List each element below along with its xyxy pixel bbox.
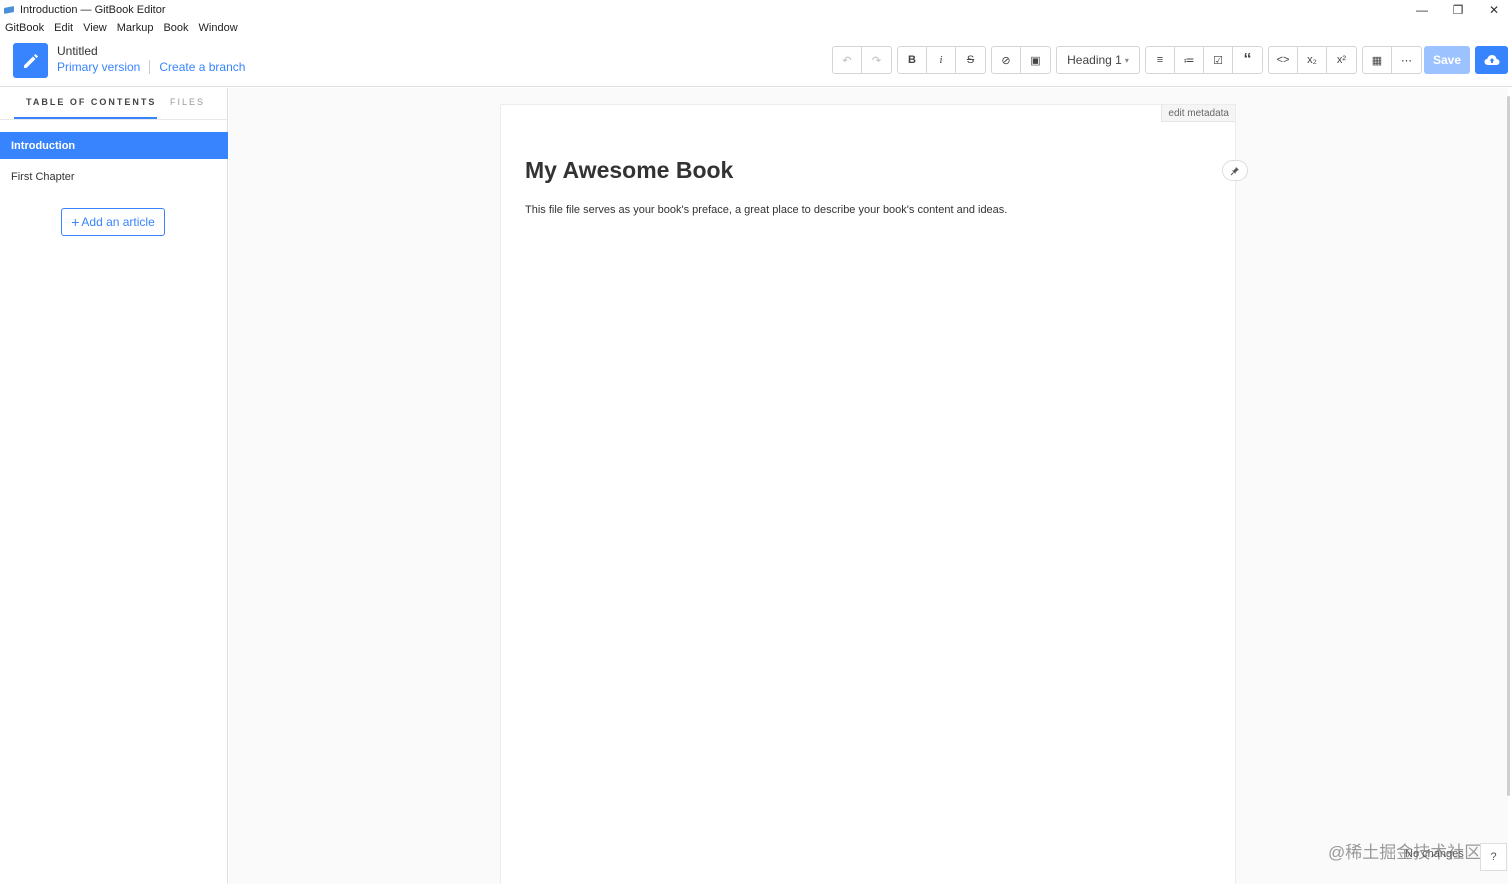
save-button[interactable]: Save (1424, 46, 1470, 74)
numbered-list-icon[interactable]: ≔ (1175, 47, 1204, 73)
text-style-group: B i S (897, 46, 986, 74)
insert-group: ⊘ ▣ (991, 46, 1051, 74)
formatting-toolbar: ↶ ↷ B i S ⊘ ▣ Heading 1 ▾ ≡ ≔ ☑ “ <> x₂ … (832, 46, 1427, 74)
edit-metadata-button[interactable]: edit metadata (1161, 105, 1235, 122)
sidebar: TABLE OF CONTENTS FILES Introduction Fir… (0, 88, 228, 884)
table-icon[interactable]: ▦ (1363, 47, 1392, 73)
menu-view[interactable]: View (83, 22, 107, 34)
heading-select-label: Heading 1 (1067, 53, 1122, 67)
primary-version-link[interactable]: Primary version (57, 60, 140, 74)
image-icon[interactable]: ▣ (1021, 47, 1050, 73)
table-group: ▦ ⋯ (1362, 46, 1422, 74)
code-icon[interactable]: <> (1269, 47, 1298, 73)
quote-icon[interactable]: “ (1233, 47, 1262, 73)
menu-gitbook[interactable]: GitBook (5, 22, 44, 34)
menu-window[interactable]: Window (199, 22, 238, 34)
menu-book[interactable]: Book (163, 22, 188, 34)
task-list-icon[interactable]: ☑ (1204, 47, 1233, 73)
strikethrough-button[interactable]: S (956, 47, 985, 73)
menu-edit[interactable]: Edit (54, 22, 73, 34)
code-group: <> x₂ x² (1268, 46, 1357, 74)
create-branch-link[interactable]: Create a branch (159, 60, 245, 74)
bold-button[interactable]: B (898, 47, 927, 73)
gitbook-app-icon (4, 5, 16, 15)
undo-icon[interactable]: ↶ (833, 47, 862, 73)
help-button[interactable]: ? (1480, 843, 1507, 871)
superscript-button[interactable]: x² (1327, 47, 1356, 73)
subscript-button[interactable]: x₂ (1298, 47, 1327, 73)
pencil-logo-icon (13, 43, 48, 78)
close-button[interactable]: ✕ (1476, 0, 1512, 19)
tab-table-of-contents[interactable]: TABLE OF CONTENTS (26, 97, 156, 107)
editor-header: Untitled Primary version Create a branch… (0, 36, 1512, 87)
tab-files[interactable]: FILES (170, 97, 205, 107)
chevron-down-icon: ▾ (1124, 55, 1129, 65)
list-group: ≡ ≔ ☑ “ (1145, 46, 1263, 74)
menu-bar: GitBook Edit View Markup Book Window (0, 19, 1512, 36)
document-paragraph[interactable]: This file file serves as your book's pre… (525, 204, 1007, 216)
link-icon[interactable]: ⊘ (992, 47, 1021, 73)
book-title: Untitled (57, 44, 98, 58)
toc-item-introduction[interactable]: Introduction (0, 132, 228, 159)
editor-area: edit metadata My Awesome Book This file … (229, 88, 1510, 884)
redo-icon[interactable]: ↷ (862, 47, 891, 73)
active-tab-indicator (14, 117, 157, 119)
window-title: Introduction — GitBook Editor (20, 3, 166, 16)
status-text: No changes (1405, 848, 1464, 860)
italic-button[interactable]: i (927, 47, 956, 73)
toc-item-first-chapter[interactable]: First Chapter (0, 163, 228, 190)
pin-icon[interactable] (1222, 160, 1248, 181)
restore-button[interactable]: ❐ (1440, 0, 1476, 19)
cloud-upload-icon[interactable] (1475, 46, 1508, 74)
add-article-button[interactable]: + Add an article (61, 208, 165, 236)
history-group: ↶ ↷ (832, 46, 892, 74)
menu-markup[interactable]: Markup (117, 22, 154, 34)
document-title[interactable]: My Awesome Book (525, 157, 733, 184)
sidebar-tabs: TABLE OF CONTENTS FILES (0, 88, 227, 120)
heading-select[interactable]: Heading 1 ▾ (1057, 47, 1139, 73)
toc-item-label: Introduction (11, 139, 76, 152)
toc-item-label: First Chapter (11, 170, 75, 183)
add-article-label: Add an article (81, 215, 155, 229)
heading-group: Heading 1 ▾ (1056, 46, 1140, 74)
document-page[interactable]: edit metadata My Awesome Book This file … (500, 104, 1236, 884)
divider (149, 60, 151, 74)
scrollbar[interactable] (1507, 96, 1510, 796)
bullet-list-icon[interactable]: ≡ (1146, 47, 1175, 73)
more-icon[interactable]: ⋯ (1392, 47, 1421, 73)
version-links: Primary version Create a branch (57, 60, 245, 74)
window-titlebar: Introduction — GitBook Editor — ❐ ✕ (0, 0, 1512, 19)
minimize-button[interactable]: — (1404, 0, 1440, 19)
plus-icon: + (71, 214, 80, 230)
